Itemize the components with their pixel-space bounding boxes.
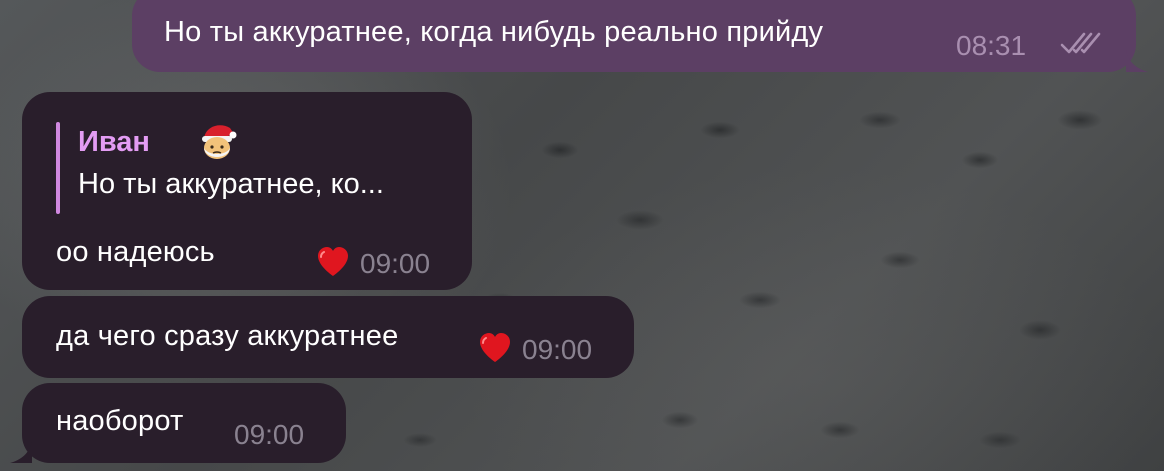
chat-area: Но ты аккуратнее, когда нибудь реально п…: [0, 0, 1164, 471]
message-text: наоборот: [56, 405, 184, 437]
bubble-tail: [1126, 50, 1148, 72]
message-text: оо надеюсь: [56, 236, 215, 268]
reply-text: Но ты аккуратнее, ко...: [78, 168, 384, 200]
santa-face-emoji: [202, 125, 237, 159]
outgoing-message[interactable]: Но ты аккуратнее, когда нибудь реально п…: [132, 0, 1136, 72]
reply-bar: [56, 122, 60, 214]
heart-icon[interactable]: [478, 332, 512, 364]
message-text: да чего сразу аккуратнее: [56, 320, 399, 352]
heart-icon[interactable]: [316, 246, 350, 278]
incoming-message[interactable]: наоборот 09:00: [22, 383, 346, 463]
reply-author: Иван: [78, 126, 150, 158]
message-time: 09:00: [234, 419, 305, 450]
reply-quote[interactable]: Иван Но ты аккуратнее, ко...: [56, 122, 446, 214]
message-time: 09:00: [360, 248, 431, 279]
incoming-message[interactable]: Иван Но ты аккуратнее, ко... оо надеюсь …: [22, 92, 472, 290]
message-text: Но ты аккуратнее, когда нибудь реально п…: [164, 16, 824, 48]
bubble-tail: [10, 441, 32, 463]
message-time: 08:31: [956, 30, 1027, 61]
message-time: 09:00: [522, 334, 593, 365]
incoming-message[interactable]: да чего сразу аккуратнее 09:00: [22, 296, 634, 378]
double-check-icon: [1060, 32, 1101, 54]
